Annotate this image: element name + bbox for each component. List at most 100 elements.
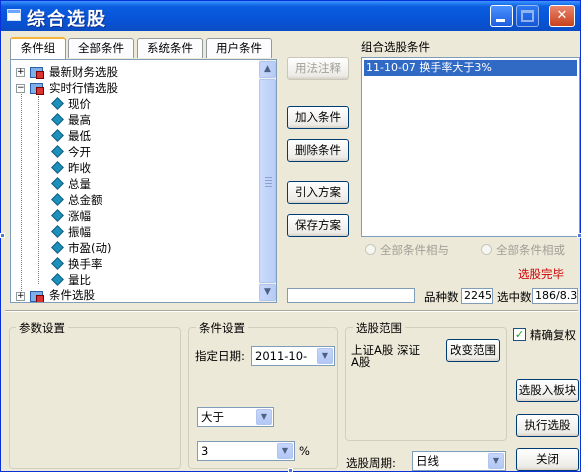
tree-item[interactable]: 换手率	[68, 256, 103, 272]
condition-leaf-icon	[51, 177, 64, 190]
condition-leaf-icon	[51, 129, 64, 142]
period-select[interactable]: 日线 ▼	[412, 451, 506, 471]
list-item[interactable]: 11-10-07 换手率大于3%	[364, 60, 577, 76]
resize-handle[interactable]	[288, 468, 293, 472]
scroll-down-icon[interactable]: ▼	[259, 284, 276, 301]
tab-user-conditions[interactable]: 用户条件	[206, 38, 272, 58]
value-input[interactable]: 3 ▼	[197, 441, 295, 461]
maximize-button[interactable]	[516, 5, 539, 27]
condition-tree[interactable]: + 最新财务选股 − 实时行情选股 现价 最高 最低 今开 昨收 总量 总金额 涨幅 振幅 市盈(…	[10, 59, 277, 303]
condition-leaf-icon	[51, 273, 64, 286]
progress-bar	[287, 288, 415, 303]
condition-settings-title: 条件设置	[196, 320, 248, 336]
selected-value: 186/8.3	[532, 288, 578, 304]
condition-leaf-icon	[51, 161, 64, 174]
import-scheme-button[interactable]: 引入方案	[287, 181, 349, 204]
close-icon: ✕	[556, 8, 568, 23]
params-group	[9, 327, 181, 469]
tree-item[interactable]: 今开	[68, 144, 91, 160]
folder-icon	[29, 66, 45, 79]
maximize-icon	[521, 10, 534, 22]
condition-leaf-icon	[51, 257, 64, 270]
period-value: 日线	[416, 454, 439, 468]
radio-and[interactable]	[365, 244, 376, 255]
expand-icon[interactable]: +	[16, 292, 25, 301]
collapse-icon[interactable]: −	[16, 84, 25, 93]
delete-condition-button[interactable]: 删除条件	[287, 139, 349, 162]
combined-conditions-list[interactable]: 11-10-07 换手率大于3%	[361, 57, 580, 237]
precise-adjust-checkbox[interactable]: ✓	[513, 328, 526, 341]
stock-range-title: 选股范围	[353, 320, 405, 336]
stock-screener-window: 综合选股 ✕ 条件组 全部条件 系统条件 用户条件 + 最新财务选股 − 实时行…	[0, 0, 581, 472]
count-value: 2245	[461, 288, 493, 304]
folder-icon	[29, 290, 45, 302]
radio-or-label: 全部条件相或	[496, 243, 565, 257]
scroll-thumb[interactable]	[259, 79, 276, 283]
tree-item[interactable]: 最低	[68, 128, 91, 144]
close-button[interactable]: 关闭	[516, 448, 579, 471]
params-title: 参数设置	[16, 320, 68, 336]
precise-adjust-label: 精确复权	[530, 328, 576, 342]
tree-group-financial[interactable]: 最新财务选股	[49, 64, 118, 80]
tab-system-conditions[interactable]: 系统条件	[137, 38, 203, 58]
condition-leaf-icon	[51, 113, 64, 126]
tab-condition-group[interactable]: 条件组	[10, 37, 66, 59]
usage-notes-button[interactable]: 用法注释	[287, 57, 349, 80]
unit-label: %	[299, 444, 310, 458]
operator-value: 大于	[201, 410, 224, 424]
tree-item[interactable]: 市盈(动)	[68, 240, 111, 256]
execute-screen-button[interactable]: 执行选股	[516, 414, 579, 437]
count-label: 品种数	[424, 290, 459, 304]
resize-handle[interactable]	[0, 233, 5, 238]
date-label: 指定日期:	[195, 349, 245, 363]
section-divider	[5, 310, 578, 312]
title-bar[interactable]: 综合选股 ✕	[1, 1, 580, 31]
radio-or[interactable]	[481, 244, 492, 255]
tree-item[interactable]: 振幅	[68, 224, 91, 240]
expand-icon[interactable]: +	[16, 68, 25, 77]
tree-item[interactable]: 涨幅	[68, 208, 91, 224]
condition-leaf-icon	[51, 145, 64, 158]
save-to-board-button[interactable]: 选股入板块	[516, 379, 579, 402]
tree-item[interactable]: 最高	[68, 112, 91, 128]
condition-leaf-icon	[51, 193, 64, 206]
period-label: 选股周期:	[346, 456, 396, 470]
chevron-down-icon[interactable]: ▼	[317, 348, 333, 364]
status-text: 选股完毕	[518, 267, 564, 281]
tree-scrollbar[interactable]: ▲ ▼	[259, 60, 276, 302]
condition-leaf-icon	[51, 241, 64, 254]
chevron-down-icon[interactable]: ▼	[256, 409, 272, 425]
folder-icon	[29, 82, 45, 95]
save-scheme-button[interactable]: 保存方案	[287, 214, 349, 237]
close-window-button[interactable]: ✕	[549, 5, 575, 27]
condition-leaf-icon	[51, 225, 64, 238]
selected-label: 选中数	[497, 290, 532, 304]
chevron-down-icon[interactable]: ▼	[488, 453, 504, 469]
tree-item[interactable]: 量比	[68, 272, 91, 288]
scroll-up-icon[interactable]: ▲	[259, 61, 276, 78]
change-range-button[interactable]: 改变范围	[446, 339, 500, 362]
window-icon	[7, 9, 21, 21]
condition-leaf-icon	[51, 209, 64, 222]
tree-item[interactable]: 现价	[68, 96, 91, 112]
add-condition-button[interactable]: 加入条件	[287, 106, 349, 129]
operator-select[interactable]: 大于 ▼	[197, 407, 274, 427]
date-value: 2011-10-	[255, 349, 308, 363]
minimize-icon	[496, 19, 505, 22]
window-title: 综合选股	[27, 9, 107, 30]
tree-item[interactable]: 昨收	[68, 160, 91, 176]
combined-conditions-title: 组合选股条件	[361, 40, 430, 54]
tree-group-condition[interactable]: 条件选股	[49, 287, 95, 302]
minimize-button[interactable]	[490, 5, 513, 27]
condition-leaf-icon	[51, 97, 64, 110]
stock-range-line2: A股	[351, 355, 371, 369]
tree-group-realtime[interactable]: 实时行情选股	[49, 80, 118, 96]
tree-item[interactable]: 总金额	[68, 192, 103, 208]
radio-and-label: 全部条件相与	[380, 243, 449, 257]
tab-all-conditions[interactable]: 全部条件	[68, 38, 134, 58]
resize-handle[interactable]	[577, 233, 581, 238]
tree-item[interactable]: 总量	[68, 176, 91, 192]
chevron-down-icon[interactable]: ▼	[277, 443, 293, 459]
value-text: 3	[201, 444, 209, 458]
date-picker[interactable]: 2011-10- ▼	[251, 346, 335, 366]
